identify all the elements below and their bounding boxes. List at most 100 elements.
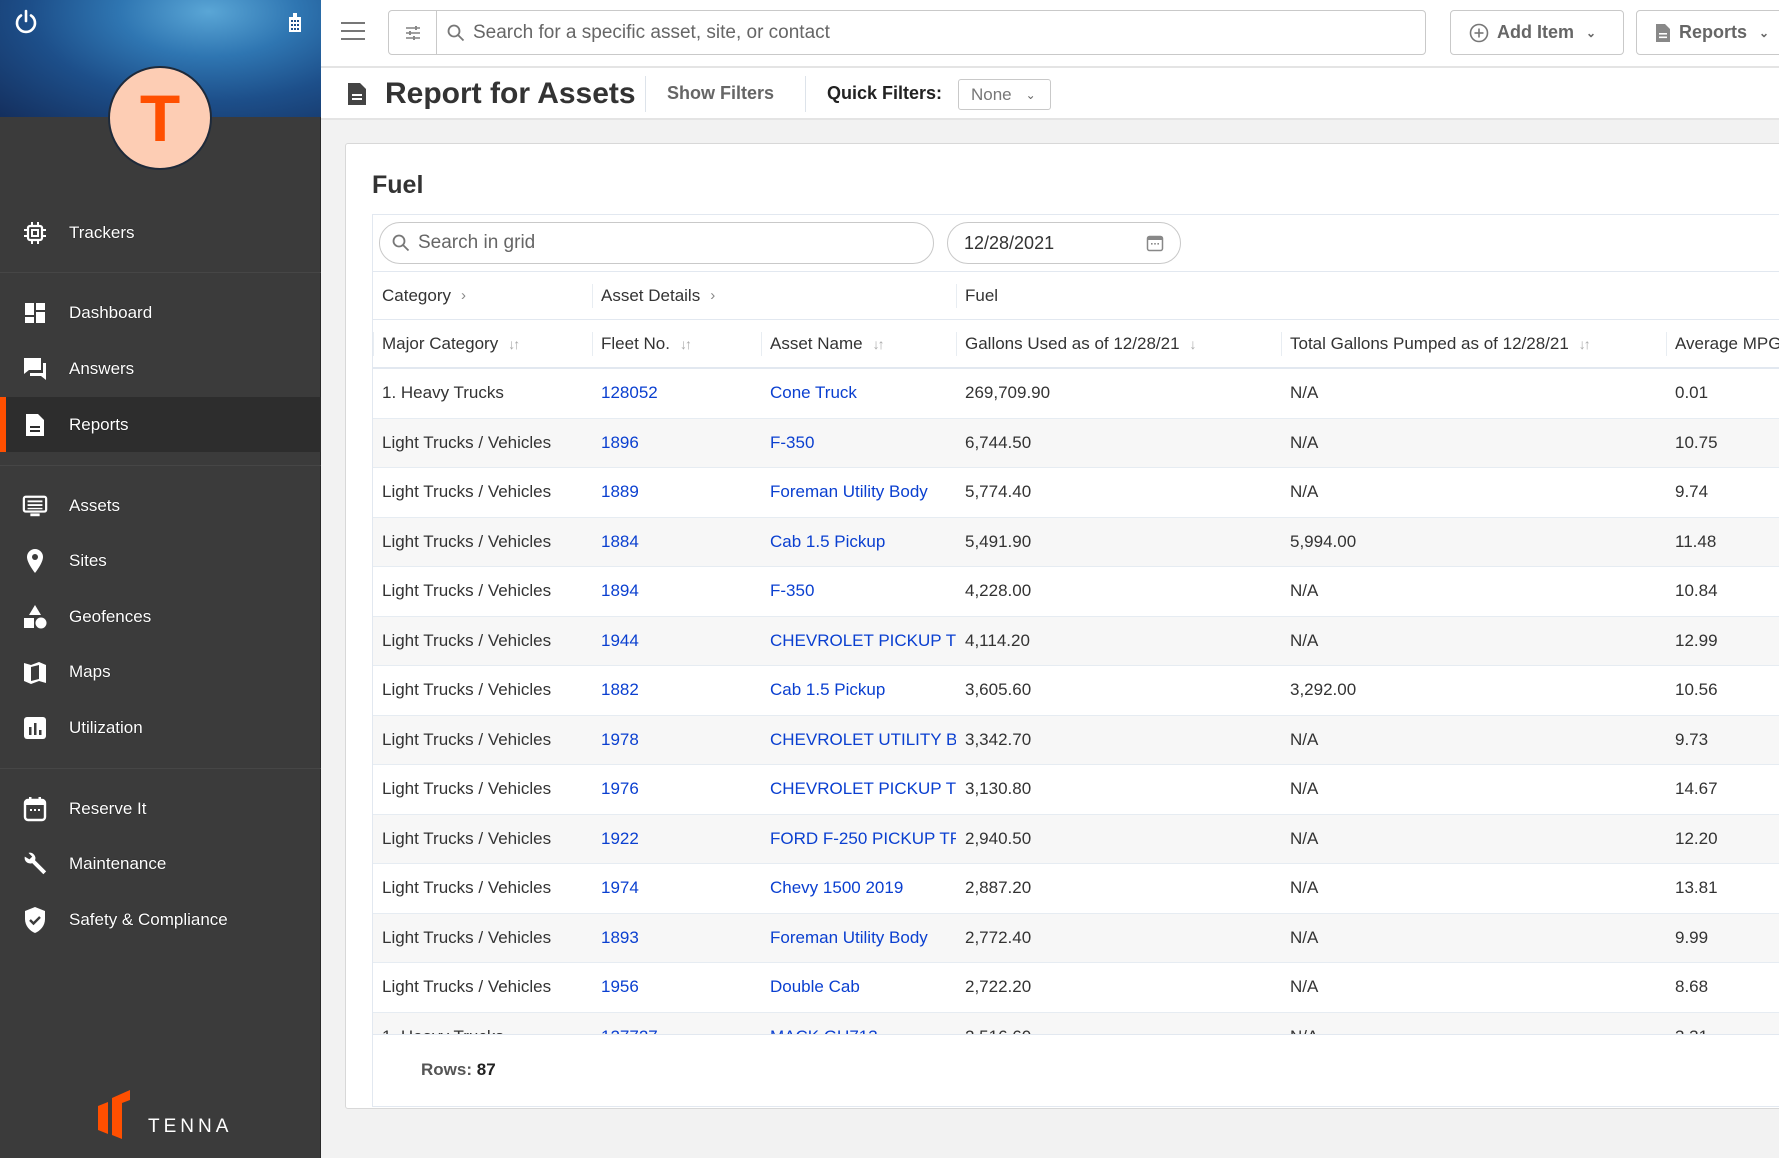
cell-fleet-no[interactable]: 1956 bbox=[592, 963, 761, 1012]
fleet-no-link[interactable]: 1978 bbox=[601, 730, 639, 750]
asset-name-link[interactable]: Cone Truck bbox=[770, 383, 857, 403]
table-row[interactable]: Light Trucks / Vehicles 1889 Foreman Utili… bbox=[373, 468, 1779, 518]
cell-fleet-no[interactable]: 1896 bbox=[592, 419, 761, 468]
cell-asset-name[interactable]: Chevy 1500 2019 bbox=[761, 864, 956, 913]
building-icon[interactable] bbox=[283, 10, 307, 34]
hamburger-menu-icon[interactable] bbox=[341, 22, 365, 42]
add-item-button[interactable]: Add Item ⌄ bbox=[1450, 10, 1624, 55]
sidebar-item-trackers[interactable]: Trackers bbox=[0, 205, 321, 260]
asset-name-link[interactable]: MACK GU713 bbox=[770, 1027, 878, 1034]
asset-name-link[interactable]: CHEVROLET PICKUP TR bbox=[770, 631, 956, 651]
asset-name-link[interactable]: F-350 bbox=[770, 433, 814, 453]
sidebar-item-dashboard[interactable]: Dashboard bbox=[0, 285, 321, 340]
cell-asset-name[interactable]: FORD F-250 PICKUP TRU bbox=[761, 815, 956, 864]
cell-asset-name[interactable]: CHEVROLET PICKUP TR bbox=[761, 765, 956, 814]
cell-fleet-no[interactable]: 1922 bbox=[592, 815, 761, 864]
table-row[interactable]: Light Trucks / Vehicles 1896 F-350 6,744.50… bbox=[373, 418, 1779, 468]
fleet-no-link[interactable]: 127727 bbox=[601, 1027, 658, 1034]
asset-name-link[interactable]: Chevy 1500 2019 bbox=[770, 878, 903, 898]
cell-asset-name[interactable]: CHEVROLET PICKUP TR bbox=[761, 617, 956, 666]
sidebar-item-reserve-it[interactable]: Reserve It bbox=[0, 781, 321, 836]
fleet-no-link[interactable]: 1922 bbox=[601, 829, 639, 849]
table-row[interactable]: 1. Heavy Trucks 128052 Cone Truck 269,709.9… bbox=[373, 369, 1779, 419]
date-picker[interactable]: 12/28/2021 bbox=[947, 222, 1181, 264]
avatar[interactable]: T bbox=[108, 66, 212, 170]
asset-name-link[interactable]: CHEVROLET UTILITY BC bbox=[770, 730, 956, 750]
table-row[interactable]: Light Trucks / Vehicles 1978 CHEVROLET UTI… bbox=[373, 715, 1779, 765]
asset-name-link[interactable]: Foreman Utility Body bbox=[770, 928, 928, 948]
fleet-no-link[interactable]: 1976 bbox=[601, 779, 639, 799]
sidebar-item-reports[interactable]: Reports bbox=[0, 397, 321, 452]
calendar-icon[interactable] bbox=[1146, 234, 1164, 252]
table-row[interactable]: Light Trucks / Vehicles 1884 Cab 1.5 Picku… bbox=[373, 517, 1779, 567]
table-row[interactable]: Light Trucks / Vehicles 1894 F-350 4,228.00… bbox=[373, 567, 1779, 617]
column-header-asset-name[interactable]: Asset Name ↓↑ bbox=[761, 320, 956, 367]
table-row[interactable]: Light Trucks / Vehicles 1882 Cab 1.5 Picku… bbox=[373, 666, 1779, 716]
sidebar-item-answers[interactable]: Answers bbox=[0, 341, 321, 396]
cell-asset-name[interactable]: Cab 1.5 Pickup bbox=[761, 518, 956, 567]
cell-asset-name[interactable]: F-350 bbox=[761, 567, 956, 616]
cell-fleet-no[interactable]: 127727 bbox=[592, 1013, 761, 1034]
fleet-no-link[interactable]: 1884 bbox=[601, 532, 639, 552]
sort-icon[interactable]: ↓↑ bbox=[873, 336, 885, 352]
sidebar-item-assets[interactable]: Assets bbox=[0, 478, 321, 533]
column-header-gallons-used[interactable]: Gallons Used as of 12/28/21 ↓ bbox=[956, 320, 1281, 367]
asset-name-link[interactable]: F-350 bbox=[770, 581, 814, 601]
table-row[interactable]: Light Trucks / Vehicles 1944 CHEVROLET PIC… bbox=[373, 616, 1779, 666]
fleet-no-link[interactable]: 1882 bbox=[601, 680, 639, 700]
cell-asset-name[interactable]: Foreman Utility Body bbox=[761, 914, 956, 963]
sidebar-item-maintenance[interactable]: Maintenance bbox=[0, 836, 321, 891]
cell-fleet-no[interactable]: 1974 bbox=[592, 864, 761, 913]
column-header-major-category[interactable]: Major Category ↓↑ bbox=[373, 320, 592, 367]
column-header-total-gallons-pumped[interactable]: Total Gallons Pumped as of 12/28/21 ↓↑ bbox=[1281, 320, 1666, 367]
table-row[interactable]: Light Trucks / Vehicles 1976 CHEVROLET PIC… bbox=[373, 765, 1779, 815]
asset-name-link[interactable]: FORD F-250 PICKUP TRU bbox=[770, 829, 956, 849]
show-filters-button[interactable]: Show Filters bbox=[667, 83, 774, 104]
sidebar-item-sites[interactable]: Sites bbox=[0, 533, 321, 588]
sort-icon[interactable]: ↓↑ bbox=[508, 336, 520, 352]
search-filter-button[interactable] bbox=[389, 11, 437, 54]
cell-asset-name[interactable]: Foreman Utility Body bbox=[761, 468, 956, 517]
sidebar-item-safety-compliance[interactable]: Safety & Compliance bbox=[0, 892, 321, 947]
cell-fleet-no[interactable]: 1978 bbox=[592, 716, 761, 765]
cell-asset-name[interactable]: Cone Truck bbox=[761, 369, 956, 418]
cell-asset-name[interactable]: CHEVROLET UTILITY BC bbox=[761, 716, 956, 765]
table-row[interactable]: Light Trucks / Vehicles 1922 FORD F-250 PI… bbox=[373, 814, 1779, 864]
cell-asset-name[interactable]: F-350 bbox=[761, 419, 956, 468]
fleet-no-link[interactable]: 1894 bbox=[601, 581, 639, 601]
cell-asset-name[interactable]: Double Cab bbox=[761, 963, 956, 1012]
asset-name-link[interactable]: CHEVROLET PICKUP TR bbox=[770, 779, 956, 799]
group-category[interactable]: Category › bbox=[373, 272, 592, 319]
fleet-no-link[interactable]: 1889 bbox=[601, 482, 639, 502]
asset-name-link[interactable]: Double Cab bbox=[770, 977, 860, 997]
fleet-no-link[interactable]: 1944 bbox=[601, 631, 639, 651]
cell-fleet-no[interactable]: 1944 bbox=[592, 617, 761, 666]
sidebar-item-geofences[interactable]: Geofences bbox=[0, 589, 321, 644]
cell-asset-name[interactable]: Cab 1.5 Pickup bbox=[761, 666, 956, 715]
fleet-no-link[interactable]: 1974 bbox=[601, 878, 639, 898]
cell-fleet-no[interactable]: 1882 bbox=[592, 666, 761, 715]
fleet-no-link[interactable]: 1956 bbox=[601, 977, 639, 997]
asset-name-link[interactable]: Foreman Utility Body bbox=[770, 482, 928, 502]
power-icon[interactable] bbox=[12, 8, 40, 36]
cell-asset-name[interactable]: MACK GU713 bbox=[761, 1013, 956, 1034]
fleet-no-link[interactable]: 1893 bbox=[601, 928, 639, 948]
cell-fleet-no[interactable]: 1894 bbox=[592, 567, 761, 616]
asset-name-link[interactable]: Cab 1.5 Pickup bbox=[770, 532, 885, 552]
sort-icon[interactable]: ↓↑ bbox=[680, 336, 692, 352]
table-row[interactable]: Light Trucks / Vehicles 1893 Foreman Utili… bbox=[373, 913, 1779, 963]
chevron-right-icon[interactable]: › bbox=[461, 287, 466, 304]
cell-fleet-no[interactable]: 1884 bbox=[592, 518, 761, 567]
fleet-no-link[interactable]: 128052 bbox=[601, 383, 658, 403]
reports-button[interactable]: Reports ⌄ bbox=[1636, 10, 1779, 55]
table-row[interactable]: Light Trucks / Vehicles 1974 Chevy 1500 20… bbox=[373, 864, 1779, 914]
asset-name-link[interactable]: Cab 1.5 Pickup bbox=[770, 680, 885, 700]
global-search-input[interactable] bbox=[473, 21, 1425, 44]
cell-fleet-no[interactable]: 1976 bbox=[592, 765, 761, 814]
cell-fleet-no[interactable]: 128052 bbox=[592, 369, 761, 418]
column-header-fleet-no[interactable]: Fleet No. ↓↑ bbox=[592, 320, 761, 367]
sort-descending-icon[interactable]: ↓ bbox=[1190, 336, 1197, 352]
cell-fleet-no[interactable]: 1893 bbox=[592, 914, 761, 963]
quick-filters-select[interactable]: None ⌄ bbox=[958, 79, 1051, 110]
table-row[interactable]: Light Trucks / Vehicles 1956 Double Cab 2,7… bbox=[373, 963, 1779, 1013]
